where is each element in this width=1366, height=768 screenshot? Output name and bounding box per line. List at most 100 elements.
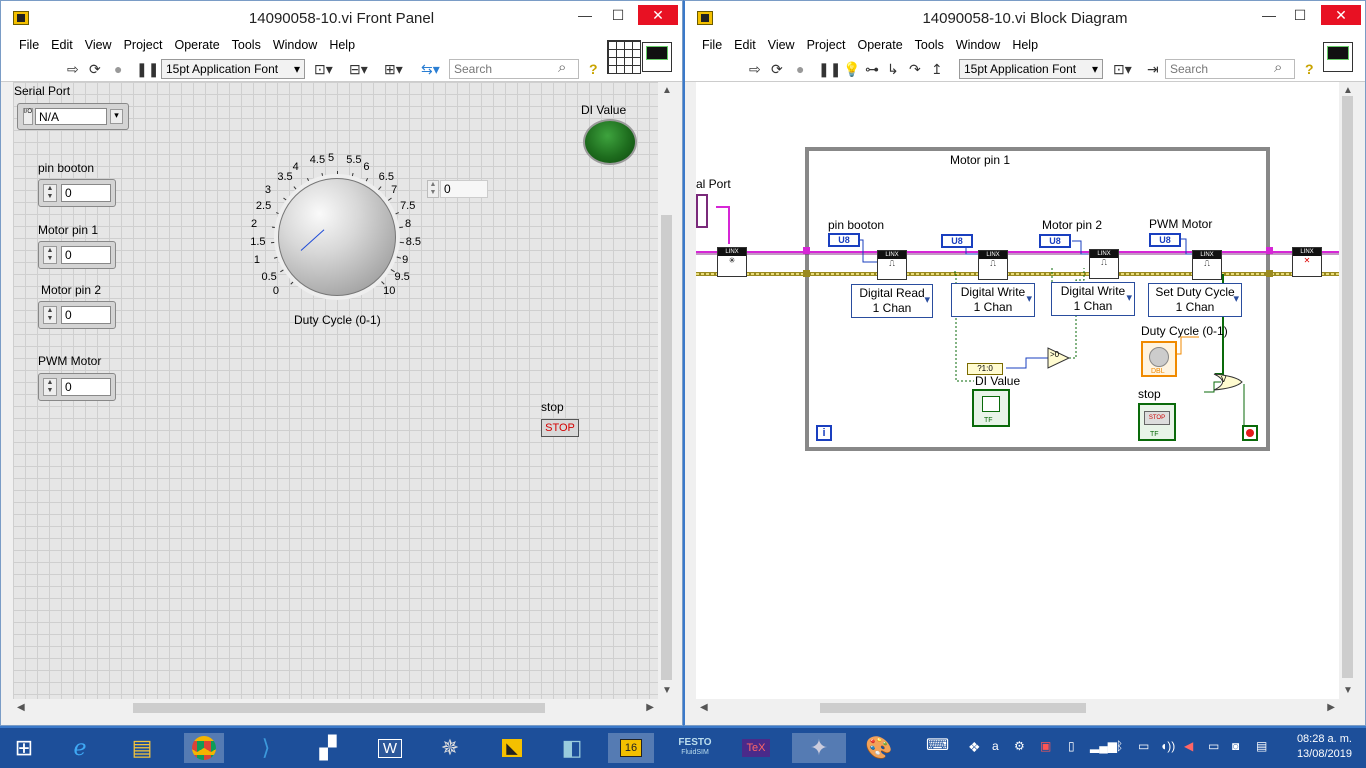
digital-write-selector[interactable]: Digital Write 1 Chan <box>951 283 1035 317</box>
increment-decrement-icon[interactable]: ▲ ▼ <box>427 180 439 198</box>
pause-icon[interactable]: ❚❚ <box>818 61 841 78</box>
menu-edit[interactable]: Edit <box>45 35 79 52</box>
menu-tools[interactable]: Tools <box>909 35 950 52</box>
camera-icon[interactable]: ◙ <box>1232 739 1239 753</box>
reorder-icon[interactable]: ⇆▾ <box>421 61 440 78</box>
duty-cycle-terminal[interactable]: DBL <box>1141 341 1177 377</box>
run-continuously-icon[interactable]: ⟳ <box>771 61 783 78</box>
minimize-button[interactable]: — <box>570 5 600 25</box>
serial-port-value[interactable]: N/A <box>35 108 107 125</box>
solidworks-icon[interactable]: ▣ <box>1040 739 1051 753</box>
run-continuously-icon[interactable]: ⟳ <box>89 61 101 78</box>
stop-button[interactable]: STOP <box>541 419 579 437</box>
menu-help[interactable]: Help <box>323 35 361 52</box>
knob-digital-value[interactable]: 0 <box>440 180 488 198</box>
visual-studio-code-icon[interactable]: ⟩ <box>246 733 286 763</box>
linx-digital-write-node[interactable]: LINX ⎍ <box>1089 249 1119 279</box>
menu-window[interactable]: Window <box>267 35 323 52</box>
multisim-icon[interactable]: ◣ <box>492 733 532 763</box>
motor-pin-1-terminal[interactable]: U8 <box>941 234 973 248</box>
abort-icon[interactable]: ● <box>114 61 122 77</box>
menu-help[interactable]: Help <box>1006 35 1044 52</box>
motor-pin-2-terminal[interactable]: U8 <box>1039 234 1071 248</box>
keyboard-icon[interactable]: ⌨ <box>926 735 949 755</box>
internet-explorer-icon[interactable]: ℯ <box>60 733 100 763</box>
search-icon[interactable]: ⌕ <box>1274 59 1282 76</box>
network-icon[interactable]: ▂▄▆ <box>1090 739 1117 753</box>
minimize-button[interactable]: — <box>1254 5 1284 25</box>
labview-icon[interactable]: 16 <box>608 733 654 763</box>
motor-pin-1-value[interactable]: 0 <box>61 246 111 264</box>
block-diagram-vertical-scrollbar[interactable]: ▲ ▼ <box>1340 82 1355 699</box>
close-button[interactable]: ✕ <box>1321 5 1361 25</box>
retain-wire-values-icon[interactable]: ⊶ <box>865 61 879 78</box>
file-explorer-icon[interactable]: ▤ <box>122 733 162 763</box>
menu-project[interactable]: Project <box>118 35 169 52</box>
bluetooth-icon[interactable]: ᛒ <box>1116 739 1123 753</box>
menu-window[interactable]: Window <box>950 35 1006 52</box>
chrome-icon[interactable] <box>184 733 224 763</box>
set-duty-cycle-selector[interactable]: Set Duty Cycle 1 Chan <box>1148 283 1242 317</box>
loop-condition-terminal[interactable] <box>1242 425 1258 441</box>
highlight-execution-icon[interactable]: 💡 <box>843 61 860 78</box>
linx-close-node[interactable]: LINX ✕ <box>1292 247 1322 277</box>
menu-view[interactable]: View <box>762 35 801 52</box>
motor-pin-2-control[interactable]: ▲ ▼ 0 <box>38 301 116 329</box>
block-diagram-horizontal-scrollbar[interactable]: ◀ ▶ <box>696 700 1339 716</box>
amazon-icon[interactable]: a <box>992 739 999 753</box>
pause-icon[interactable]: ❚❚ <box>136 61 159 78</box>
step-into-icon[interactable]: ↳ <box>887 61 899 78</box>
linx-pwm-node[interactable]: LINX ⎍ <box>1192 250 1222 280</box>
resize-objects-icon[interactable]: ⊞▾ <box>384 61 403 78</box>
increment-decrement-icon[interactable]: ▲ ▼ <box>43 184 57 202</box>
linx-open-node[interactable]: LINX ✳ <box>717 247 747 277</box>
paint-icon[interactable]: 🎨 <box>852 733 906 763</box>
pin-booton-control[interactable]: ▲ ▼ 0 <box>38 179 116 207</box>
tex-icon[interactable]: TeX <box>736 733 776 763</box>
pwm-motor-value[interactable]: 0 <box>61 378 111 396</box>
connector-pane-icon[interactable] <box>607 40 641 74</box>
settings-app-icon[interactable]: ✦ <box>792 733 846 763</box>
app-icon[interactable]: ▞ <box>308 733 348 763</box>
stop-terminal[interactable]: STOP TF <box>1138 403 1176 441</box>
menu-edit[interactable]: Edit <box>728 35 762 52</box>
digital-write-selector[interactable]: Digital Write 1 Chan <box>1051 282 1135 316</box>
di-value-terminal[interactable]: TF <box>972 389 1010 427</box>
vi-icon[interactable] <box>642 42 672 72</box>
step-over-icon[interactable]: ↷ <box>909 61 921 78</box>
pin-booton-terminal[interactable]: U8 <box>828 233 860 247</box>
menu-file[interactable]: File <box>13 35 45 52</box>
dropbox-icon[interactable]: ❖ <box>968 739 981 756</box>
pin-booton-value[interactable]: 0 <box>61 184 111 202</box>
step-out-icon[interactable]: ↥ <box>931 61 943 78</box>
linx-digital-read-node[interactable]: LINX ⎍ <box>877 250 907 280</box>
motor-pin-1-control[interactable]: ▲ ▼ 0 <box>38 241 116 269</box>
search-icon[interactable]: ⌕ <box>558 59 566 76</box>
tray-icon[interactable]: ▭ <box>1138 739 1149 753</box>
tools-icon[interactable]: ⚙ <box>1014 739 1025 753</box>
digital-read-selector[interactable]: Digital Read 1 Chan <box>851 284 933 318</box>
serial-port-control[interactable]: I/O N/A ▾ <box>17 103 129 130</box>
word-icon[interactable]: W <box>370 733 410 763</box>
close-button[interactable]: ✕ <box>638 5 678 25</box>
alert-icon[interactable]: ◀ <box>1184 739 1193 753</box>
motor-pin-2-value[interactable]: 0 <box>61 306 111 324</box>
pwm-motor-control[interactable]: ▲ ▼ 0 <box>38 373 116 401</box>
notebook-icon[interactable]: ◧ <box>552 733 592 763</box>
menu-tools[interactable]: Tools <box>226 35 267 52</box>
display-icon[interactable]: ▭ <box>1208 739 1219 753</box>
iteration-terminal[interactable]: i <box>816 425 832 441</box>
run-arrow-icon[interactable]: ⇨ <box>749 61 761 78</box>
font-selector[interactable]: 15pt Application Font <box>161 59 305 79</box>
battery-icon[interactable]: ▯ <box>1068 739 1075 753</box>
language-icon[interactable]: ▤ <box>1256 739 1267 753</box>
serial-port-terminal[interactable] <box>696 194 708 228</box>
volume-icon[interactable]: ◖)) <box>1160 739 1175 753</box>
vi-icon[interactable] <box>1323 42 1353 72</box>
help-icon[interactable]: ? <box>1305 61 1314 77</box>
abort-icon[interactable]: ● <box>796 61 804 77</box>
chevron-down-icon[interactable]: ▾ <box>110 109 123 124</box>
menu-operate[interactable]: Operate <box>168 35 225 52</box>
web-icon[interactable]: ✵ <box>430 733 470 763</box>
front-panel-vertical-scrollbar[interactable]: ▲ ▼ <box>659 82 674 699</box>
